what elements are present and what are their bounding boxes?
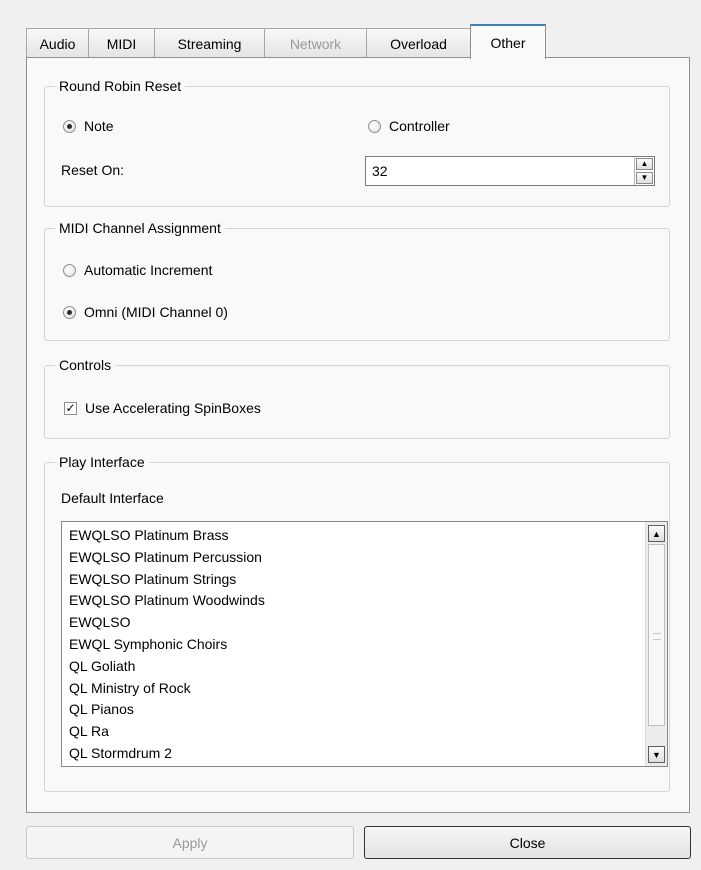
radio-note[interactable]: Note xyxy=(63,118,114,134)
radio-circle-icon xyxy=(368,119,381,133)
radio-controller-label: Controller xyxy=(389,118,450,134)
list-item[interactable]: QL Ministry of Rock xyxy=(69,678,667,700)
reset-on-spinbox[interactable]: 32 ▲ ▼ xyxy=(365,156,655,186)
radio-automatic-increment[interactable]: Automatic Increment xyxy=(63,262,212,278)
checkbox-label: Use Accelerating SpinBoxes xyxy=(85,400,261,416)
radio-automatic-increment-label: Automatic Increment xyxy=(84,262,213,278)
radio-circle-icon xyxy=(63,305,76,319)
tab-streaming[interactable]: Streaming xyxy=(154,28,265,58)
checkmark-icon: ✓ xyxy=(64,401,77,415)
list-item[interactable]: EWQLSO Platinum Brass xyxy=(69,525,667,547)
tab-bar: Audio MIDI Streaming Network Overload Ot… xyxy=(26,24,546,59)
group-title: Round Robin Reset xyxy=(55,77,186,95)
list-item[interactable]: EWQLSO Platinum Strings xyxy=(69,569,667,591)
default-interface-label: Default Interface xyxy=(61,490,164,506)
radio-note-label: Note xyxy=(84,118,114,134)
list-item[interactable]: EWQLSO Platinum Woodwinds xyxy=(69,590,667,612)
group-round-robin-reset: Round Robin Reset xyxy=(44,77,670,207)
radio-circle-icon xyxy=(63,119,76,133)
group-midi-channel-assignment: MIDI Channel Assignment xyxy=(44,219,670,341)
scroll-up-arrow-icon[interactable]: ▲ xyxy=(648,525,665,542)
reset-on-label: Reset On: xyxy=(61,162,125,178)
spin-buttons: ▲ ▼ xyxy=(634,157,654,185)
close-button[interactable]: Close xyxy=(364,826,691,859)
group-title: MIDI Channel Assignment xyxy=(55,219,225,237)
tab-network: Network xyxy=(264,28,367,58)
checkbox-use-accelerating-spinboxes[interactable]: ✓ Use Accelerating SpinBoxes xyxy=(64,400,261,416)
list-item[interactable]: QL Ra xyxy=(69,721,667,743)
group-title: Play Interface xyxy=(55,453,149,471)
scrollbar-thumb[interactable] xyxy=(648,544,665,726)
spin-down-arrow-icon[interactable]: ▼ xyxy=(636,172,653,184)
radio-circle-icon xyxy=(63,263,76,277)
list-item[interactable]: EWQL Symphonic Choirs xyxy=(69,634,667,656)
apply-button[interactable]: Apply xyxy=(26,826,354,859)
reset-on-value[interactable]: 32 xyxy=(366,163,634,179)
list-item[interactable]: EWQLSO Platinum Percussion xyxy=(69,547,667,569)
interface-list-items: EWQLSO Platinum Brass EWQLSO Platinum Pe… xyxy=(62,522,667,765)
radio-controller[interactable]: Controller xyxy=(368,118,450,134)
list-item[interactable]: EWQLSO xyxy=(69,612,667,634)
list-item[interactable]: QL Goliath xyxy=(69,656,667,678)
group-title: Controls xyxy=(55,356,116,374)
grip-icon xyxy=(653,633,661,640)
radio-omni[interactable]: Omni (MIDI Channel 0) xyxy=(63,304,228,320)
tab-audio[interactable]: Audio xyxy=(26,28,89,58)
scroll-down-arrow-icon[interactable]: ▼ xyxy=(648,746,665,763)
tab-other[interactable]: Other xyxy=(470,24,546,59)
radio-omni-label: Omni (MIDI Channel 0) xyxy=(84,304,228,320)
list-item[interactable]: QL Stormdrum 2 xyxy=(69,743,667,765)
interface-list[interactable]: EWQLSO Platinum Brass EWQLSO Platinum Pe… xyxy=(61,521,668,767)
spin-up-arrow-icon[interactable]: ▲ xyxy=(636,158,653,170)
vertical-scrollbar[interactable]: ▲ ▼ xyxy=(645,522,667,766)
tab-overload[interactable]: Overload xyxy=(366,28,471,58)
list-item[interactable]: QL Pianos xyxy=(69,699,667,721)
tab-midi[interactable]: MIDI xyxy=(88,28,155,58)
